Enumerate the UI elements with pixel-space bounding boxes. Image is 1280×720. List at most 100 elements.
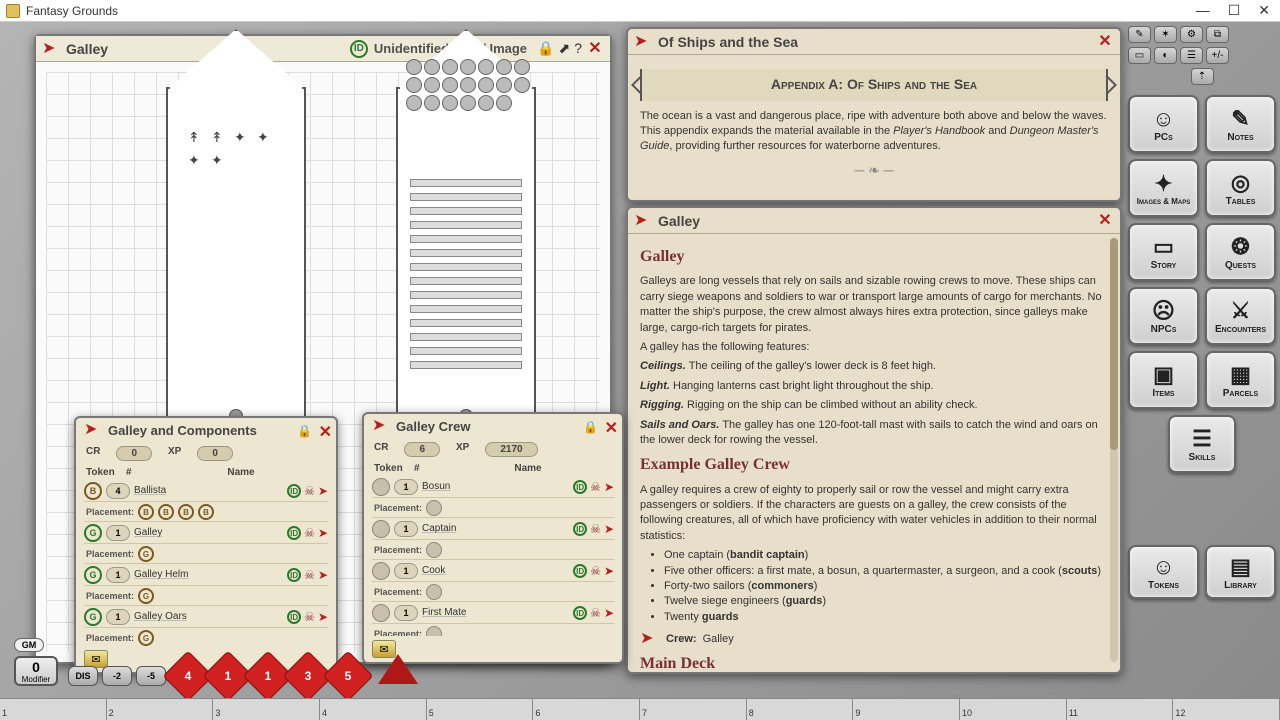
- reference-panel-ships[interactable]: ➤ Of Ships and the Sea ✕ Appendix A: Of …: [626, 27, 1122, 202]
- popout-icon[interactable]: ⬈: [558, 40, 570, 58]
- tool-pencil-icon[interactable]: ✎: [1128, 26, 1151, 43]
- close-icon[interactable]: ✕: [319, 422, 332, 442]
- skull-icon[interactable]: ☠: [590, 522, 601, 536]
- sidebar-parcels[interactable]: ▦Parcels: [1205, 351, 1276, 409]
- token-count[interactable]: 1: [394, 479, 418, 495]
- row-name[interactable]: Galley Helm: [134, 569, 283, 580]
- encounter-row[interactable]: G1 Galley Helm ID☠➤: [84, 564, 328, 586]
- dragon-link-icon[interactable]: ➤: [604, 606, 614, 620]
- token-count[interactable]: 1: [394, 563, 418, 579]
- lock-icon[interactable]: 🔒: [297, 424, 312, 438]
- close-icon[interactable]: ✕: [605, 418, 618, 438]
- sidebar-tables[interactable]: ◎Tables: [1205, 159, 1276, 217]
- token-count[interactable]: 1: [106, 567, 130, 583]
- skull-icon[interactable]: ☠: [590, 606, 601, 620]
- sidebar-pcs[interactable]: ☺PCs: [1128, 95, 1199, 153]
- id-badge-icon[interactable]: ID: [573, 606, 587, 620]
- help-icon[interactable]: ?: [574, 40, 582, 58]
- placement-token[interactable]: [426, 584, 442, 600]
- close-icon[interactable]: ✕: [586, 40, 604, 58]
- placement-token[interactable]: G: [138, 630, 154, 646]
- die[interactable]: 1: [210, 658, 246, 694]
- token-letter-badge[interactable]: G: [84, 566, 102, 584]
- sidebar-notes[interactable]: ✎Notes: [1205, 95, 1276, 153]
- dragon-link-icon[interactable]: ➤: [604, 522, 614, 536]
- lock-icon[interactable]: 🔒: [583, 420, 598, 434]
- tool-window-icon[interactable]: ⧉: [1206, 26, 1229, 43]
- ruler-segment[interactable]: 5: [427, 699, 534, 720]
- dragon-link-icon[interactable]: ➤: [604, 564, 614, 578]
- encounter-panel-components[interactable]: 🔒 ✕ ➤ Galley and Components CR0 XP0 Toke…: [74, 416, 338, 674]
- sidebar-items[interactable]: ▣Items: [1128, 351, 1199, 409]
- skull-icon[interactable]: ☠: [590, 564, 601, 578]
- skull-icon[interactable]: ☠: [304, 568, 315, 582]
- placement-token[interactable]: [426, 542, 442, 558]
- token-count[interactable]: 4: [106, 483, 130, 499]
- scrollbar[interactable]: [1110, 238, 1118, 662]
- sidebar-tokens[interactable]: ☺Tokens: [1128, 545, 1199, 599]
- skull-icon[interactable]: ☠: [304, 484, 315, 498]
- ruler-segment[interactable]: 3: [213, 699, 320, 720]
- d20-die[interactable]: [378, 654, 418, 694]
- ruler-segment[interactable]: 2: [107, 699, 214, 720]
- tool-book-icon[interactable]: ▭: [1128, 47, 1151, 64]
- row-name[interactable]: Ballista: [134, 485, 283, 496]
- id-badge-icon[interactable]: ID: [287, 568, 301, 582]
- hot-minus5[interactable]: -5: [136, 666, 166, 686]
- placement-token[interactable]: G: [138, 546, 154, 562]
- encounter-row[interactable]: 1BosunID☠➤: [372, 476, 614, 498]
- maximize-button[interactable]: ☐: [1228, 2, 1241, 19]
- sidebar-library[interactable]: ▤Library: [1205, 545, 1276, 599]
- placement-token[interactable]: [426, 500, 442, 516]
- token-image[interactable]: [372, 520, 390, 538]
- sidebar-npcs[interactable]: ☹NPCs: [1128, 287, 1199, 345]
- encounter-row[interactable]: 1 First Mate ID☠➤: [372, 602, 614, 624]
- skull-icon[interactable]: ☠: [304, 610, 315, 624]
- id-badge-icon[interactable]: ID: [350, 40, 368, 58]
- placement-token[interactable]: [426, 626, 442, 637]
- id-badge-icon[interactable]: ID: [287, 484, 301, 498]
- close-icon[interactable]: ✕: [1096, 212, 1114, 230]
- dragon-link-icon[interactable]: ➤: [318, 526, 328, 540]
- row-name[interactable]: Bosun: [422, 481, 569, 492]
- die[interactable]: 3: [290, 658, 326, 694]
- die[interactable]: 5: [330, 658, 366, 694]
- sidebar-images-maps[interactable]: ✦Images & Maps: [1128, 159, 1199, 217]
- die[interactable]: 1: [250, 658, 286, 694]
- sidebar-story[interactable]: ▭Story: [1128, 223, 1199, 281]
- placement-token[interactable]: G: [138, 588, 154, 604]
- ruler-segment[interactable]: 7: [640, 699, 747, 720]
- encounter-row[interactable]: G1GalleyID☠➤: [84, 522, 328, 544]
- id-badge-icon[interactable]: ID: [287, 610, 301, 624]
- hot-minus2[interactable]: -2: [102, 666, 132, 686]
- row-name[interactable]: First Mate: [422, 607, 569, 618]
- token-image[interactable]: [372, 562, 390, 580]
- token-count[interactable]: 1: [394, 605, 418, 621]
- close-button[interactable]: ✕: [1258, 2, 1270, 19]
- ruler-segment[interactable]: 4: [320, 699, 427, 720]
- token-letter-badge[interactable]: G: [84, 608, 102, 626]
- sidebar-skills[interactable]: ☰Skills: [1168, 415, 1236, 473]
- token-count[interactable]: 1: [106, 609, 130, 625]
- sidebar-encounters[interactable]: ⚔Encounters: [1205, 287, 1276, 345]
- encounter-row[interactable]: 1CookID☠➤: [372, 560, 614, 582]
- sidebar-quests[interactable]: ❂Quests: [1205, 223, 1276, 281]
- token-letter-badge[interactable]: G: [84, 524, 102, 542]
- id-badge-icon[interactable]: ID: [573, 480, 587, 494]
- skull-icon[interactable]: ☠: [590, 480, 601, 494]
- row-name[interactable]: Galley: [134, 527, 283, 538]
- ruler-segment[interactable]: 1: [0, 699, 107, 720]
- ruler-segment[interactable]: 6: [533, 699, 640, 720]
- row-name[interactable]: Captain: [422, 523, 569, 534]
- placement-token[interactable]: B: [198, 504, 214, 520]
- dragon-link-icon[interactable]: ➤: [318, 568, 328, 582]
- tool-gear-icon[interactable]: ⚙: [1180, 26, 1203, 43]
- tool-settings-icon[interactable]: ✶: [1154, 26, 1177, 43]
- dragon-link-icon[interactable]: ➤: [318, 610, 328, 624]
- encounter-row[interactable]: G1Galley OarsID☠➤: [84, 606, 328, 628]
- ruler-segment[interactable]: 9: [853, 699, 960, 720]
- minimize-button[interactable]: ―: [1196, 2, 1210, 19]
- ruler-segment[interactable]: 8: [747, 699, 854, 720]
- ruler-segment[interactable]: 12: [1173, 699, 1280, 720]
- reference-panel-galley[interactable]: ➤ Galley ✕ Galley Galleys are long vesse…: [626, 206, 1122, 674]
